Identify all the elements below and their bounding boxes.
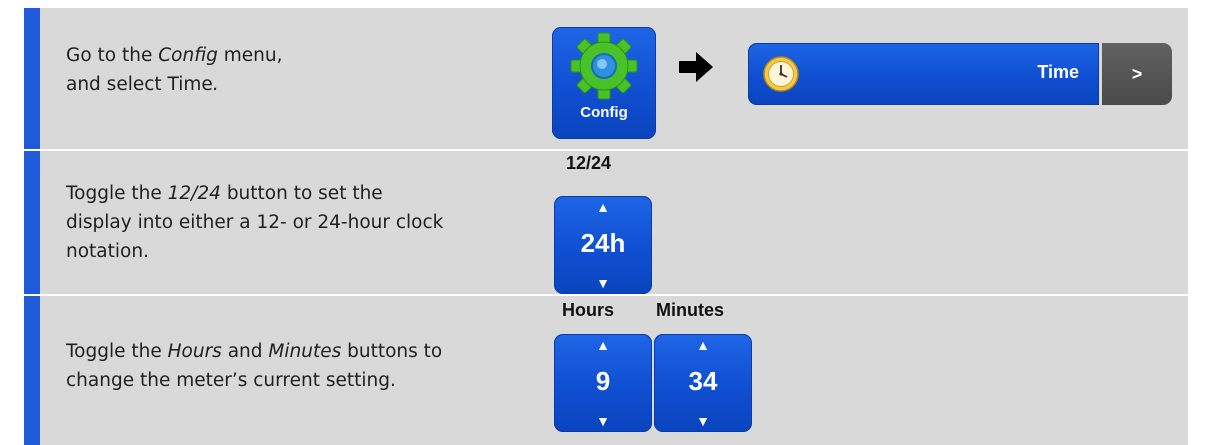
clock-icon [763, 56, 799, 92]
time-more-button[interactable]: > [1102, 43, 1172, 105]
instruction-emphasis: Hours [167, 341, 222, 362]
clock-format-value: 24h [580, 228, 626, 258]
step-accent-bar [24, 151, 40, 294]
gear-icon [570, 32, 638, 100]
stepper-title-minutes: Minutes [656, 300, 725, 320]
chevron-up-icon[interactable]: ▲ [554, 200, 652, 214]
instruction-line: and select Time. [66, 70, 283, 99]
instruction-emphasis: Config [158, 45, 218, 66]
instruction-text: notation. [66, 241, 149, 262]
instruction-line: change the meter’s current setting. [66, 366, 442, 395]
clock-format-stepper[interactable]: ▲ 24h ▼ [554, 196, 652, 294]
hours-stepper[interactable]: ▲ 9 ▼ [554, 334, 652, 432]
instruction-line: display into either a 12- or 24-hour clo… [66, 208, 443, 237]
chevron-down-icon[interactable]: ▼ [554, 414, 652, 428]
minutes-stepper[interactable]: ▲ 34 ▼ [654, 334, 752, 432]
instruction-emphasis: Minutes [268, 341, 342, 362]
instruction-line: Toggle the 12/24 button to set the [66, 179, 443, 208]
instruction-emphasis: . [212, 74, 219, 95]
time-menu-label: Time [1037, 62, 1079, 82]
step-instruction: Go to the Config menu, and select Time. [66, 41, 283, 99]
instruction-text: button to set the [220, 183, 383, 204]
instruction-text: Go to the [66, 45, 159, 66]
instruction-text: display into either a 12- or 24-hour clo… [66, 212, 444, 233]
instruction-text: menu, [217, 45, 283, 66]
minutes-value: 34 [688, 366, 718, 396]
step-instruction: Toggle the 12/24 button to set the displ… [66, 179, 443, 266]
step-accent-bar [24, 296, 40, 445]
step-row-12-24: Toggle the 12/24 button to set the displ… [24, 151, 1188, 294]
instruction-line: Toggle the Hours and Minutes buttons to [66, 337, 442, 366]
instruction-emphasis: 12/24 [167, 183, 221, 204]
chevron-up-icon[interactable]: ▲ [554, 338, 652, 352]
instruction-text: Toggle the [66, 341, 168, 362]
hours-value: 9 [595, 366, 611, 396]
config-button-label: Config [580, 104, 628, 121]
chevron-down-icon[interactable]: ▼ [554, 276, 652, 290]
instruction-text: buttons to [341, 341, 443, 362]
stepper-title-12-24: 12/24 [566, 153, 612, 173]
step-instruction: Toggle the Hours and Minutes buttons to … [66, 337, 442, 395]
chevron-down-icon[interactable]: ▼ [654, 414, 752, 428]
step-row-config: Go to the Config menu, and select Time. [24, 8, 1188, 149]
instruction-text: change the meter’s current setting. [66, 370, 396, 391]
right-arrow-icon [679, 52, 713, 82]
instruction-text: and select Time [66, 74, 213, 95]
instruction-text: and [221, 341, 269, 362]
instruction-line: notation. [66, 237, 443, 266]
step-accent-bar [24, 8, 40, 149]
step-row-hours-minutes: Toggle the Hours and Minutes buttons to … [24, 296, 1188, 445]
config-button[interactable]: Config [552, 27, 656, 139]
stepper-title-hours: Hours [562, 300, 615, 320]
time-menu-item[interactable]: Time > [748, 43, 1172, 105]
instruction-line: Go to the Config menu, [66, 41, 283, 70]
chevron-up-icon[interactable]: ▲ [654, 338, 752, 352]
time-menu-item-main[interactable]: Time [748, 43, 1099, 105]
instruction-text: Toggle the [66, 183, 168, 204]
